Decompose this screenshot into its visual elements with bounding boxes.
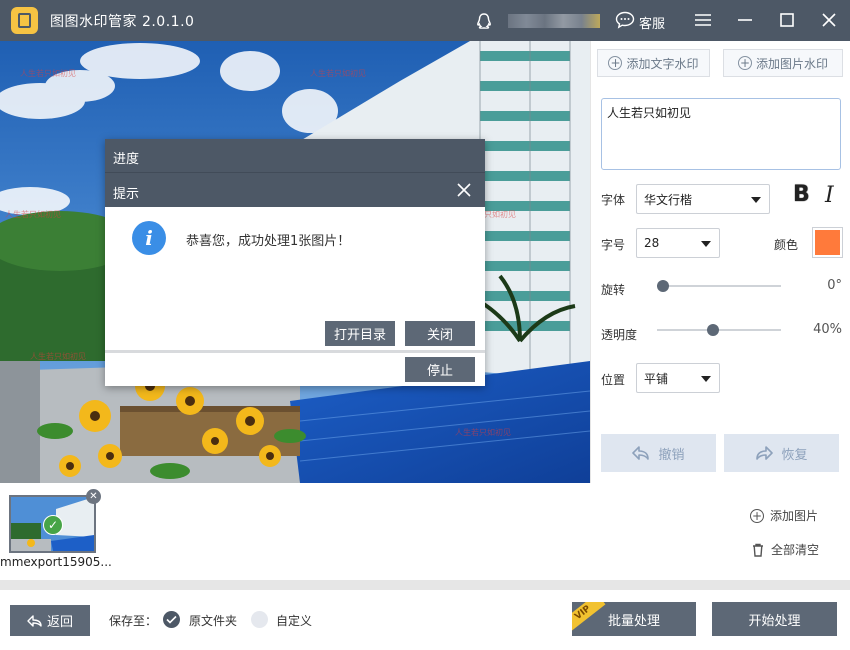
batch-process-label: 批量处理 [607, 613, 660, 629]
progress-dialog-title: 进度 [113, 152, 140, 167]
add-image-watermark-label: 添加图片水印 [755, 56, 828, 71]
thumbnail-strip: ✓ ✕ mmexport15905... + 添加图片 全部清空 [0, 483, 850, 578]
custom-radio[interactable] [251, 611, 268, 628]
italic-toggle[interactable]: I [825, 183, 841, 211]
original-folder-radio[interactable] [163, 611, 180, 628]
check-icon [166, 615, 177, 624]
watermark-text-input[interactable]: 人生若只如初见 [601, 98, 841, 170]
save-to-label: 保存至： [109, 614, 158, 628]
remove-thumbnail-icon[interactable]: ✕ [86, 489, 101, 504]
watermark-tile: 人生若只如初见 [30, 352, 86, 361]
vip-badge: VIP [572, 602, 606, 633]
color-swatch [815, 230, 840, 255]
font-label: 字体 [601, 193, 626, 207]
progress-dialog-header: 进度 [105, 139, 485, 172]
font-size-label: 字号 [601, 238, 626, 252]
back-label: 返回 [46, 615, 73, 630]
dialog-divider [105, 350, 485, 353]
progress-dialog: 进度 提示 i 恭喜您，成功处理1张图片！ 打开目录 关闭 停止 [105, 139, 485, 386]
minimize-icon[interactable] [734, 9, 756, 31]
rotate-slider-track[interactable] [657, 285, 781, 287]
add-image-watermark-button[interactable]: + 添加图片水印 [723, 49, 843, 77]
bottom-bar: 返回 保存至： 原文件夹 自定义 VIP 批量处理 开始处理 [0, 580, 850, 650]
opacity-value: 40% [813, 322, 842, 337]
clear-all-label: 全部清空 [771, 543, 820, 557]
rotate-label: 旋转 [601, 283, 626, 297]
custom-label: 自定义 [276, 614, 313, 628]
chevron-down-icon [701, 241, 711, 247]
batch-process-button[interactable]: VIP 批量处理 [572, 602, 696, 636]
chevron-down-icon [751, 197, 761, 203]
thumbnail-filename: mmexport15905... [0, 555, 112, 569]
success-message: 恭喜您，成功处理1张图片！ [186, 234, 351, 249]
check-icon: ✓ [43, 515, 63, 535]
app-title: 图图水印管家 2.0.1.0 [50, 14, 195, 30]
font-size-select[interactable]: 28 [636, 228, 720, 258]
color-label: 颜色 [774, 238, 799, 252]
watermark-tile: 人生若只如初见 [455, 428, 511, 437]
opacity-slider-track[interactable] [657, 329, 781, 331]
back-button[interactable]: 返回 [10, 605, 90, 636]
start-process-button[interactable]: 开始处理 [712, 602, 837, 636]
watermark-tile: 人生若只如初见 [20, 69, 76, 78]
font-select[interactable]: 华文行楷 [636, 184, 770, 214]
settings-panel: + 添加文字水印 + 添加图片水印 人生若只如初见 字体 华文行楷 B I 字号… [590, 41, 850, 483]
plus-circle-icon: + [750, 508, 764, 523]
add-image-label: 添加图片 [770, 509, 819, 523]
opacity-label: 透明度 [601, 328, 638, 342]
qq-penguin-icon[interactable] [474, 12, 494, 32]
add-text-watermark-button[interactable]: + 添加文字水印 [597, 49, 710, 77]
undo-arrow-icon [632, 446, 650, 460]
stop-button[interactable]: 停止 [405, 357, 475, 382]
undo-label: 撤销 [658, 447, 685, 463]
plus-circle-icon: + [737, 56, 752, 70]
customer-service-link[interactable]: 客服 [639, 13, 665, 32]
trash-icon [753, 543, 763, 557]
tip-dialog-title: 提示 [113, 187, 140, 202]
font-size-value: 28 [644, 236, 660, 250]
open-directory-button[interactable]: 打开目录 [325, 321, 395, 346]
original-folder-label: 原文件夹 [189, 614, 238, 628]
add-text-watermark-label: 添加文字水印 [626, 56, 699, 71]
back-arrow-icon [27, 614, 42, 627]
redo-label: 恢复 [781, 447, 808, 463]
redo-button[interactable]: 恢复 [724, 434, 839, 472]
position-select[interactable]: 平铺 [636, 363, 720, 393]
tip-dialog-header: 提示 [105, 172, 485, 207]
clear-all-link[interactable]: 全部清空 [751, 541, 819, 558]
rotate-value: 0° [827, 278, 842, 293]
chevron-down-icon [701, 376, 711, 382]
title-bar: 图图水印管家 2.0.1.0 客服 [0, 0, 850, 41]
close-window-icon[interactable] [818, 9, 840, 31]
color-picker[interactable] [812, 227, 843, 258]
account-name[interactable] [508, 14, 600, 28]
position-label: 位置 [601, 373, 626, 387]
rotate-slider-thumb[interactable] [657, 280, 669, 292]
info-icon: i [132, 221, 166, 255]
close-button[interactable]: 关闭 [405, 321, 475, 346]
opacity-slider-thumb[interactable] [706, 324, 719, 336]
bold-toggle[interactable]: B [793, 182, 817, 210]
plus-circle-icon: + [608, 56, 623, 70]
redo-arrow-icon [756, 446, 774, 460]
close-dialog-icon[interactable] [455, 181, 473, 199]
app-logo-icon [11, 7, 38, 34]
position-value: 平铺 [644, 371, 669, 386]
font-select-value: 华文行楷 [644, 192, 693, 207]
chat-bubble-icon[interactable] [615, 11, 635, 29]
add-image-link[interactable]: + 添加图片 [750, 507, 818, 524]
undo-button[interactable]: 撤销 [601, 434, 716, 472]
watermark-tile: 人生若只如初见 [5, 210, 61, 219]
watermark-tile: 人生若只如初见 [310, 69, 366, 78]
maximize-icon[interactable] [776, 9, 798, 31]
menu-icon[interactable] [692, 9, 714, 31]
